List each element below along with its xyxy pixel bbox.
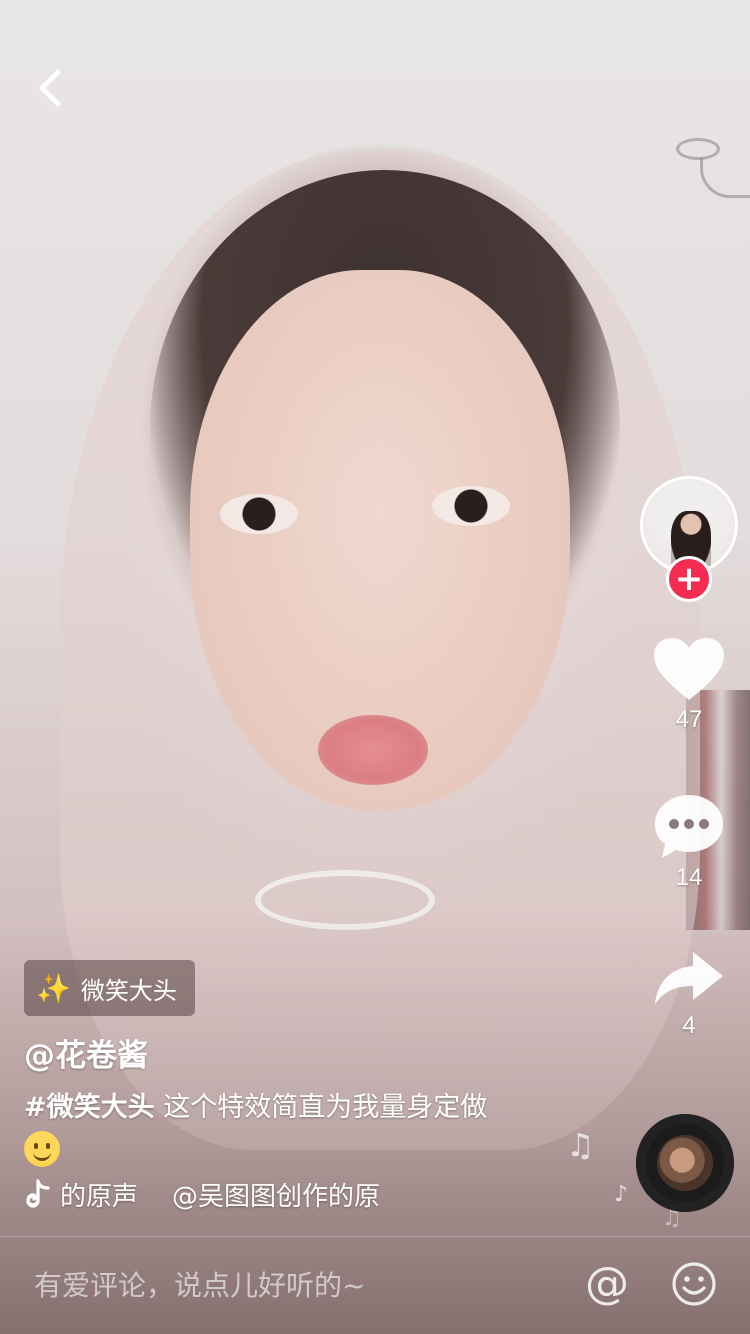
comment-bubble-icon: [655, 795, 723, 858]
video-caption: #微笑大头 这个特效简直为我量身定做: [24, 1088, 584, 1168]
plus-icon: +: [674, 559, 704, 599]
hashtag-link[interactable]: #微笑大头: [24, 1092, 155, 1123]
effect-label: 微笑大头: [80, 976, 177, 1005]
left-eye: [220, 494, 298, 534]
music-title-marquee: 的原声 @吴图图创作的原: [60, 1176, 450, 1213]
emoji-button[interactable]: [670, 1260, 718, 1308]
music-info[interactable]: 的原声 @吴图图创作的原: [24, 1174, 450, 1214]
comment-count: 14: [675, 864, 703, 891]
music-title-segment: @吴图图创作的原: [172, 1181, 381, 1212]
share-button[interactable]: 4: [644, 948, 734, 1040]
follow-button[interactable]: +: [666, 556, 712, 602]
like-count: 47: [675, 706, 703, 733]
share-count: 4: [682, 1012, 696, 1039]
tiktok-note-icon: [26, 1179, 50, 1208]
music-disc-button[interactable]: [636, 1114, 734, 1212]
comment-input[interactable]: [0, 1237, 560, 1334]
magic-wand-icon: ✨: [36, 971, 71, 1005]
like-button[interactable]: 47: [644, 636, 734, 734]
ceiling-lamp-arm: [700, 158, 750, 198]
music-note-icon: ♪: [614, 1182, 629, 1207]
comment-button[interactable]: 14: [644, 792, 734, 892]
music-cover: [657, 1135, 713, 1191]
right-eye: [432, 486, 510, 526]
video-screen[interactable]: + 47 14 4 ♫ ♪ ♫ ✨ 微笑大头 @花卷酱 #微笑大头 这个特效简直…: [0, 0, 750, 1334]
smile-emoji-icon: [24, 1130, 60, 1167]
music-title-segment: 的原声: [60, 1181, 139, 1212]
author-username[interactable]: @花卷酱: [24, 1030, 148, 1075]
share-arrow-icon: [655, 952, 723, 1004]
caption-text: 这个特效简直为我量身定做: [154, 1092, 488, 1123]
heart-icon: [654, 638, 724, 700]
mouth: [318, 715, 428, 785]
smiley-icon: [672, 1262, 716, 1306]
back-button[interactable]: [28, 62, 76, 114]
mention-button[interactable]: @: [582, 1256, 632, 1312]
chevron-left-icon: [39, 69, 61, 107]
effect-tag[interactable]: ✨ 微笑大头: [24, 960, 195, 1016]
ceiling-lamp: [676, 138, 720, 160]
